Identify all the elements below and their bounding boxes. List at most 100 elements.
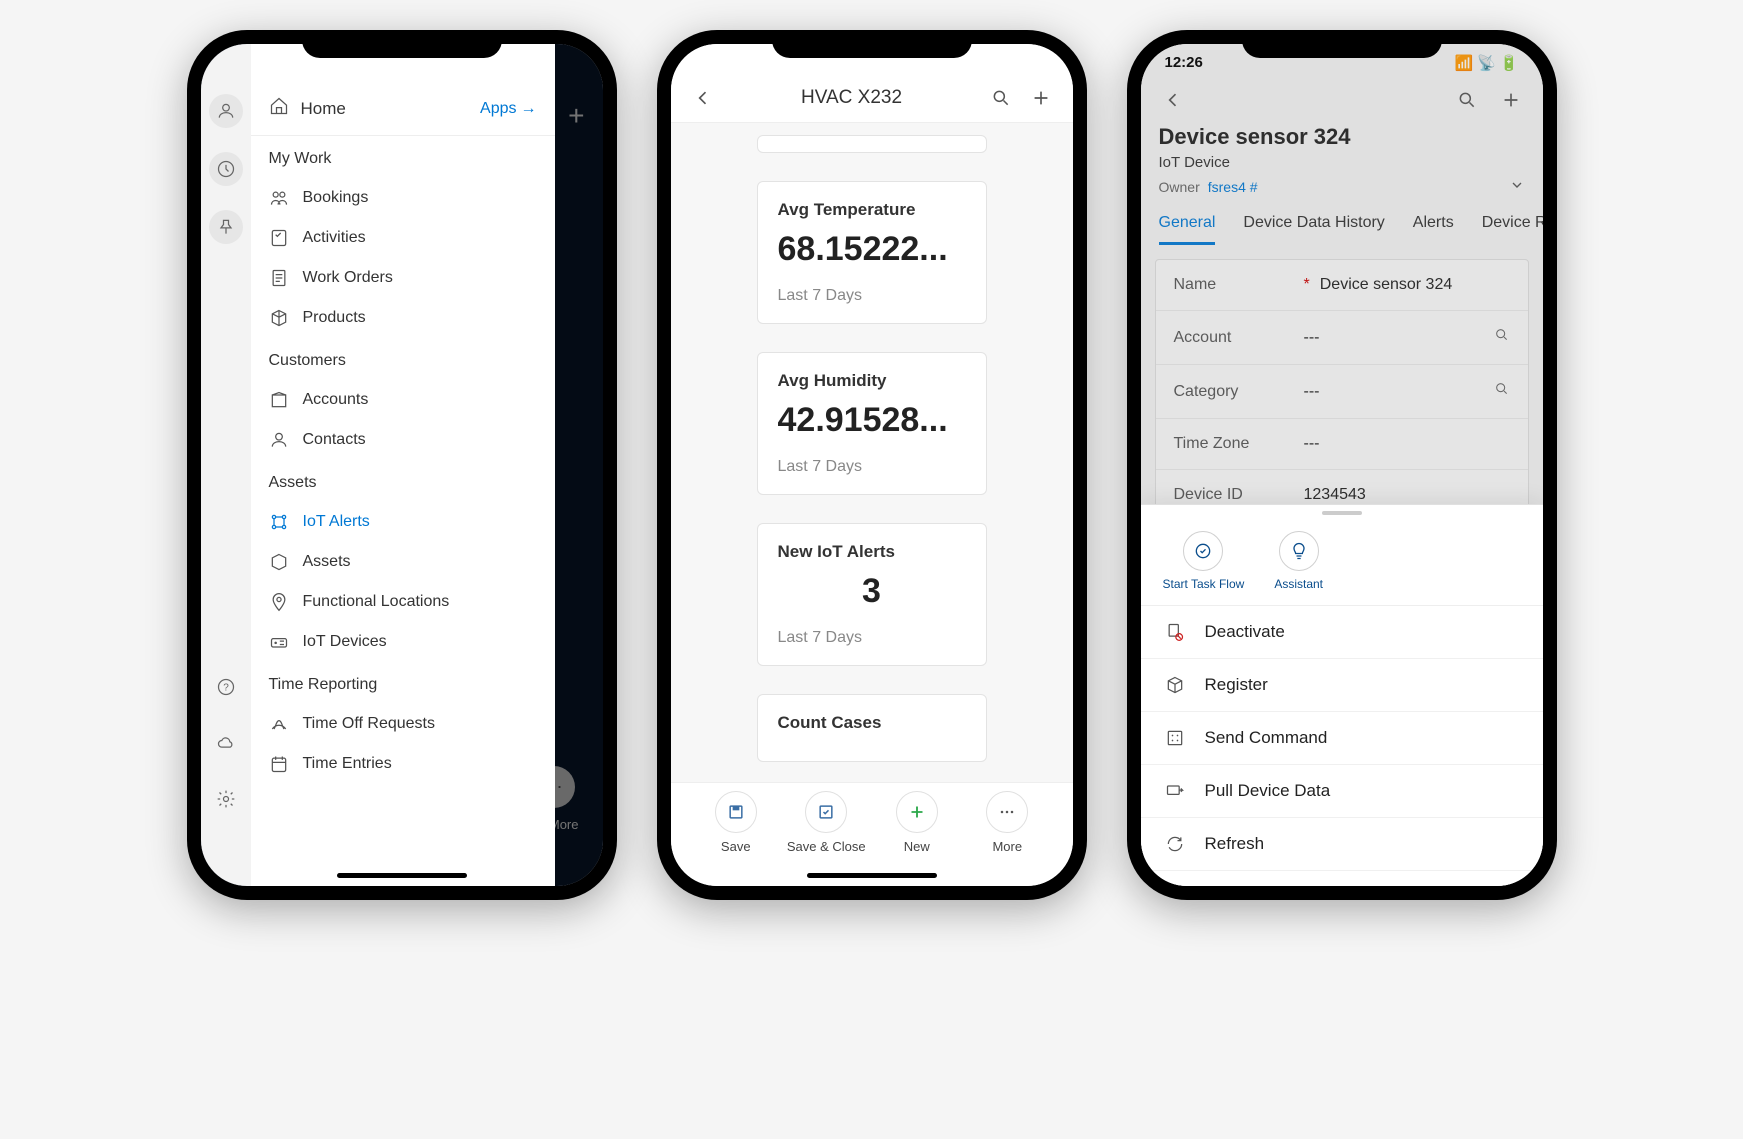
card-avg-humidity[interactable]: Avg Humidity 42.91528... Last 7 Days xyxy=(757,352,987,495)
card-foot: Last 7 Days xyxy=(778,287,966,305)
save-label: Save xyxy=(721,839,751,854)
add-icon[interactable] xyxy=(1027,84,1055,112)
pull-icon xyxy=(1163,779,1187,803)
scroll-area[interactable]: Avg Temperature 68.15222... Last 7 Days … xyxy=(671,123,1073,782)
nav-bookings[interactable]: Bookings xyxy=(251,178,555,218)
save-close-button[interactable]: Save & Close xyxy=(781,791,872,854)
field-value: Device sensor 324 xyxy=(1320,276,1510,294)
home-indicator xyxy=(337,873,467,878)
nav-assets-label: Assets xyxy=(303,553,351,571)
nav-iot-alerts[interactable]: IoT Alerts xyxy=(251,502,555,542)
tab-device-data-history[interactable]: Device Data History xyxy=(1243,214,1384,245)
profile-icon[interactable] xyxy=(209,94,243,128)
section-customers: Customers xyxy=(251,338,555,380)
owner-value[interactable]: fsres4 # xyxy=(1208,179,1258,195)
new-label: New xyxy=(904,839,930,854)
save-button[interactable]: Save xyxy=(691,791,782,854)
action-sheet: Start Task Flow Assistant Deactivate Reg… xyxy=(1141,504,1543,886)
command-icon xyxy=(1163,726,1187,750)
action-register[interactable]: Register xyxy=(1141,659,1543,712)
nav-locations[interactable]: Functional Locations xyxy=(251,582,555,622)
svg-text:?: ? xyxy=(223,682,229,693)
iot-alerts-icon xyxy=(269,512,289,532)
card-avg-temperature[interactable]: Avg Temperature 68.15222... Last 7 Days xyxy=(757,181,987,324)
card-value: 68.15222... xyxy=(778,230,966,269)
section-timereporting: Time Reporting xyxy=(251,662,555,704)
search-icon[interactable] xyxy=(1453,86,1481,114)
action-send-command[interactable]: Send Command xyxy=(1141,712,1543,765)
card-label: Avg Humidity xyxy=(778,371,966,391)
lookup-icon[interactable] xyxy=(1494,381,1510,402)
home-label: Home xyxy=(301,99,469,119)
page-title: Device sensor 324 xyxy=(1159,124,1525,150)
field-name[interactable]: Name * Device sensor 324 xyxy=(1156,260,1528,311)
tab-device-r[interactable]: Device R xyxy=(1482,214,1543,245)
settings-icon[interactable] xyxy=(209,782,243,816)
help-icon[interactable]: ? xyxy=(209,670,243,704)
card-value: 42.91528... xyxy=(778,401,966,440)
nav-locations-label: Functional Locations xyxy=(303,593,450,611)
timeentries-icon xyxy=(269,754,289,774)
status-time: 12:26 xyxy=(1165,54,1203,72)
nav-assets[interactable]: Assets xyxy=(251,542,555,582)
more-button[interactable]: More xyxy=(962,791,1053,854)
required-indicator: * xyxy=(1304,276,1310,294)
register-icon xyxy=(1163,673,1187,697)
nav-timeentries[interactable]: Time Entries xyxy=(251,744,555,784)
nav-devices[interactable]: IoT Devices xyxy=(251,622,555,662)
new-button[interactable]: New xyxy=(872,791,963,854)
more-label: More xyxy=(992,839,1022,854)
phone-3: 12:26 📶 📡 🔋 Device sensor 324 IoT Device… xyxy=(1127,30,1557,900)
nav-contacts[interactable]: Contacts xyxy=(251,420,555,460)
notch xyxy=(302,30,502,58)
quick-assistant[interactable]: Assistant xyxy=(1274,531,1323,591)
owner-label: Owner xyxy=(1159,179,1200,195)
tab-alerts[interactable]: Alerts xyxy=(1413,214,1454,245)
nav-timeoff[interactable]: Time Off Requests xyxy=(251,704,555,744)
field-value: --- xyxy=(1304,329,1494,347)
card-new-iot-alerts[interactable]: New IoT Alerts 3 Last 7 Days xyxy=(757,523,987,666)
nav-activities-label: Activities xyxy=(303,229,366,247)
apps-link[interactable]: Apps → xyxy=(480,100,536,118)
field-timezone[interactable]: Time Zone --- xyxy=(1156,419,1528,470)
card-label: New IoT Alerts xyxy=(778,542,966,562)
tab-general[interactable]: General xyxy=(1159,214,1216,245)
quick-actions: Start Task Flow Assistant xyxy=(1141,525,1543,606)
field-account[interactable]: Account --- xyxy=(1156,311,1528,365)
recent-icon[interactable] xyxy=(209,152,243,186)
activities-icon xyxy=(269,228,289,248)
sheet-handle[interactable] xyxy=(1322,511,1362,515)
action-email-link[interactable]: Email a Link xyxy=(1141,871,1543,886)
title-block: Device sensor 324 IoT Device Owner fsres… xyxy=(1141,120,1543,206)
card-count-cases[interactable]: Count Cases xyxy=(757,694,987,762)
pin-icon[interactable] xyxy=(209,210,243,244)
bookings-icon xyxy=(269,188,289,208)
action-label: Register xyxy=(1205,675,1268,695)
nav-activities[interactable]: Activities xyxy=(251,218,555,258)
field-value: --- xyxy=(1304,383,1494,401)
action-deactivate[interactable]: Deactivate xyxy=(1141,606,1543,659)
nav-products-label: Products xyxy=(303,309,366,327)
card-foot: Last 7 Days xyxy=(778,458,966,476)
nav-products[interactable]: Products xyxy=(251,298,555,338)
form: Name * Device sensor 324 Account --- Cat… xyxy=(1155,259,1529,521)
search-icon[interactable] xyxy=(987,84,1015,112)
quick-start-task-flow[interactable]: Start Task Flow xyxy=(1163,531,1245,591)
cloud-icon[interactable] xyxy=(209,726,243,760)
left-rail: ? xyxy=(201,44,251,886)
notch xyxy=(772,30,972,58)
action-pull-device-data[interactable]: Pull Device Data xyxy=(1141,765,1543,818)
nav-accounts-label: Accounts xyxy=(303,391,369,409)
save-close-label: Save & Close xyxy=(787,839,866,854)
deactivate-icon xyxy=(1163,620,1187,644)
back-button[interactable] xyxy=(1159,86,1187,114)
add-icon[interactable] xyxy=(1497,86,1525,114)
field-category[interactable]: Category --- xyxy=(1156,365,1528,419)
action-refresh[interactable]: Refresh xyxy=(1141,818,1543,871)
nav-workorders[interactable]: Work Orders xyxy=(251,258,555,298)
chevron-down-icon[interactable] xyxy=(1509,177,1525,196)
lookup-icon[interactable] xyxy=(1494,327,1510,348)
back-button[interactable] xyxy=(689,84,717,112)
field-label: Account xyxy=(1174,329,1304,347)
nav-accounts[interactable]: Accounts xyxy=(251,380,555,420)
